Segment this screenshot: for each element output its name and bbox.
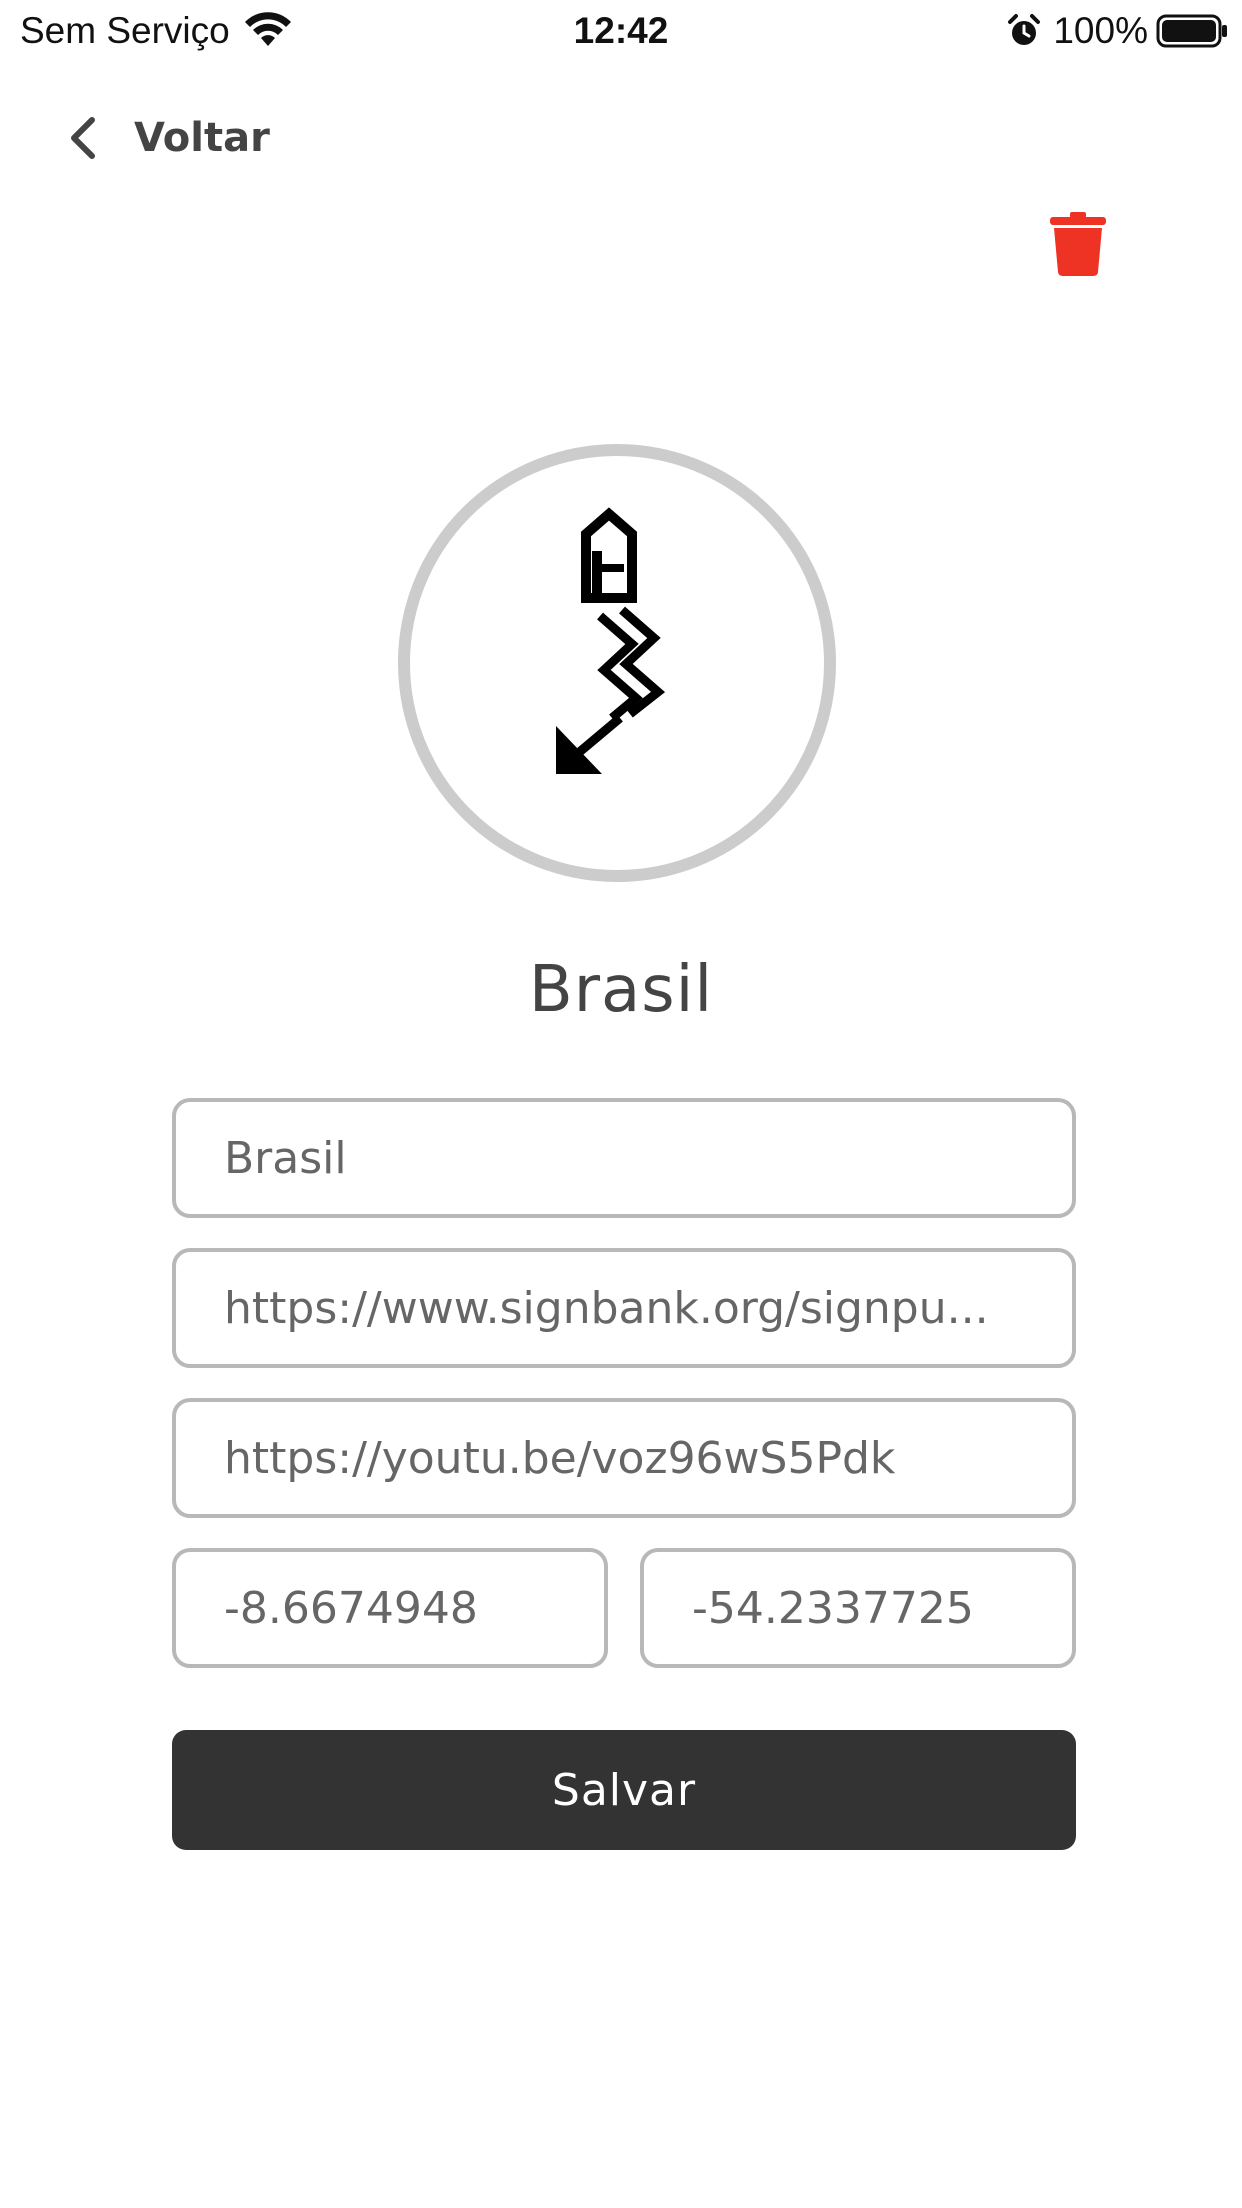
latitude-input[interactable] [172, 1548, 608, 1668]
back-button[interactable]: Voltar [66, 108, 270, 168]
battery-icon [1156, 14, 1227, 48]
name-input[interactable] [172, 1098, 1076, 1218]
sign-avatar[interactable] [398, 444, 836, 882]
status-right-group: 100% [1007, 8, 1228, 54]
longitude-input[interactable] [640, 1548, 1076, 1668]
wifi-icon [245, 12, 291, 46]
back-label: Voltar [134, 115, 270, 161]
save-button[interactable]: Salvar [172, 1730, 1076, 1850]
status-bar: Sem Serviço 12:42 100% [0, 0, 1242, 66]
page-title: Brasil [528, 953, 714, 1027]
carrier-label: Sem Serviço [20, 10, 230, 51]
video-url-input[interactable] [172, 1398, 1076, 1518]
trash-icon[interactable] [1048, 210, 1108, 278]
chevron-left-icon [71, 117, 95, 159]
sign-url-input[interactable] [172, 1248, 1076, 1368]
alarm-clock-icon [1008, 14, 1041, 45]
signwriting-sign-icon [556, 507, 666, 774]
battery-percent: 100% [1053, 10, 1148, 51]
